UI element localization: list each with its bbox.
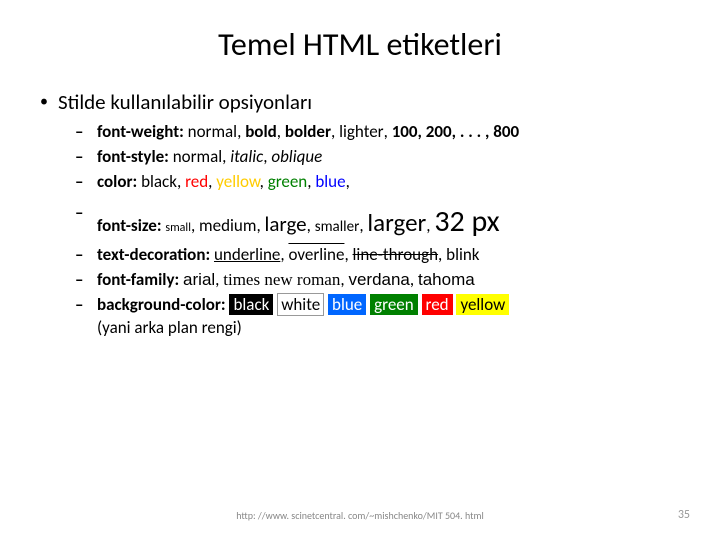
sep: , xyxy=(438,244,446,265)
dash-icon: – xyxy=(75,294,87,338)
prop-label: font-style: xyxy=(97,146,169,167)
val-line-through: line-through xyxy=(353,244,439,265)
item-content: text-decoration: underline, overline, li… xyxy=(97,244,680,266)
val-italic: italic xyxy=(230,146,263,167)
val-normal: normal xyxy=(173,146,222,167)
dash-icon: – xyxy=(75,171,87,193)
footer-url: http: //www. scinetcentral. com/~mishche… xyxy=(0,509,720,522)
val-larger: larger xyxy=(367,207,426,238)
val-32px: 32 px xyxy=(434,203,499,240)
val-times: times new roman xyxy=(223,270,340,289)
footer: http: //www. scinetcentral. com/~mishche… xyxy=(0,509,720,522)
val-bg-yellow: yellow xyxy=(456,294,509,315)
item-content: background-color: black white blue green… xyxy=(97,294,680,338)
val-oblique: oblique xyxy=(271,146,322,167)
dash-icon: – xyxy=(75,202,87,241)
val-large: large xyxy=(265,211,307,237)
val-small: small xyxy=(165,221,191,235)
val-nums: 100, 200, . . . , 800 xyxy=(392,121,519,142)
val-underline: underline xyxy=(214,244,280,265)
item-content: font-family: arial, times new roman, ver… xyxy=(97,269,680,291)
sep: , xyxy=(331,121,339,142)
main-bullet-text: Stilde kullanılabilir opsiyonları xyxy=(58,89,312,115)
val-overline: overline xyxy=(288,244,344,265)
item-content: color: black, red, yellow, green, blue, xyxy=(97,171,680,193)
val-verdana: verdana xyxy=(348,270,409,289)
item-text-decoration: – text-decoration: underline, overline, … xyxy=(75,244,680,266)
prop-label: font-family: xyxy=(97,269,179,290)
item-font-family: – font-family: arial, times new roman, v… xyxy=(75,269,680,291)
val-bg-blue: blue xyxy=(328,294,366,315)
val-yellow: yellow xyxy=(216,171,259,192)
val-green: green xyxy=(268,171,308,192)
val-tahoma: tahoma xyxy=(418,270,475,289)
prop-label: font-size: xyxy=(97,215,162,236)
dash-icon: – xyxy=(75,121,87,143)
page-number: 35 xyxy=(678,508,690,522)
main-bullet: • Stilde kullanılabilir opsiyonları xyxy=(35,89,680,115)
prop-label: text-decoration: xyxy=(97,244,210,265)
sep: , xyxy=(177,171,185,192)
val-normal: normal xyxy=(188,121,237,142)
dash-icon: – xyxy=(75,244,87,266)
dash-icon: – xyxy=(75,269,87,291)
val-arial: arial xyxy=(183,270,215,289)
content-body: • Stilde kullanılabilir opsiyonları – fo… xyxy=(35,89,680,339)
val-red: red xyxy=(185,171,208,192)
item-font-weight: – font-weight: normal, bold, bolder, lig… xyxy=(75,121,680,143)
val-smaller: smaller xyxy=(315,218,360,236)
item-color: – color: black, red, yellow, green, blue… xyxy=(75,171,680,193)
val-blink: blink xyxy=(446,244,479,265)
val-lighter: lighter xyxy=(339,121,383,142)
prop-label: background-color: xyxy=(97,294,226,315)
item-font-size: – font-size: small, medium, large, small… xyxy=(75,202,680,241)
dash-icon: – xyxy=(75,146,87,168)
sub-list: – font-weight: normal, bold, bolder, lig… xyxy=(75,121,680,339)
val-black: black xyxy=(141,171,177,192)
val-bg-white: white xyxy=(277,293,324,316)
item-content: font-weight: normal, bold, bolder, light… xyxy=(97,121,680,143)
val-bg-green: green xyxy=(370,294,418,315)
prop-label: font-weight: xyxy=(97,121,184,142)
item-font-style: – font-style: normal, italic, oblique xyxy=(75,146,680,168)
sep: , xyxy=(237,121,245,142)
bg-note: (yani arka plan rengi) xyxy=(97,317,242,338)
item-background-color: – background-color: black white blue gre… xyxy=(75,294,680,338)
item-content: font-style: normal, italic, oblique xyxy=(97,146,680,168)
val-blue: blue xyxy=(315,171,345,192)
val-bg-red: red xyxy=(422,294,453,315)
sep: , xyxy=(260,171,268,192)
slide-title: Temel HTML etiketleri xyxy=(40,25,680,64)
slide: Temel HTML etiketleri • Stilde kullanıla… xyxy=(0,0,720,540)
prop-label: color: xyxy=(97,171,137,192)
val-bg-black: black xyxy=(229,294,273,315)
val-medium: medium xyxy=(199,215,256,236)
val-bold: bold xyxy=(245,121,277,142)
item-content: font-size: small, medium, large, smaller… xyxy=(97,202,680,241)
bullet-icon: • xyxy=(40,89,48,115)
val-bolder: bolder xyxy=(285,121,331,142)
